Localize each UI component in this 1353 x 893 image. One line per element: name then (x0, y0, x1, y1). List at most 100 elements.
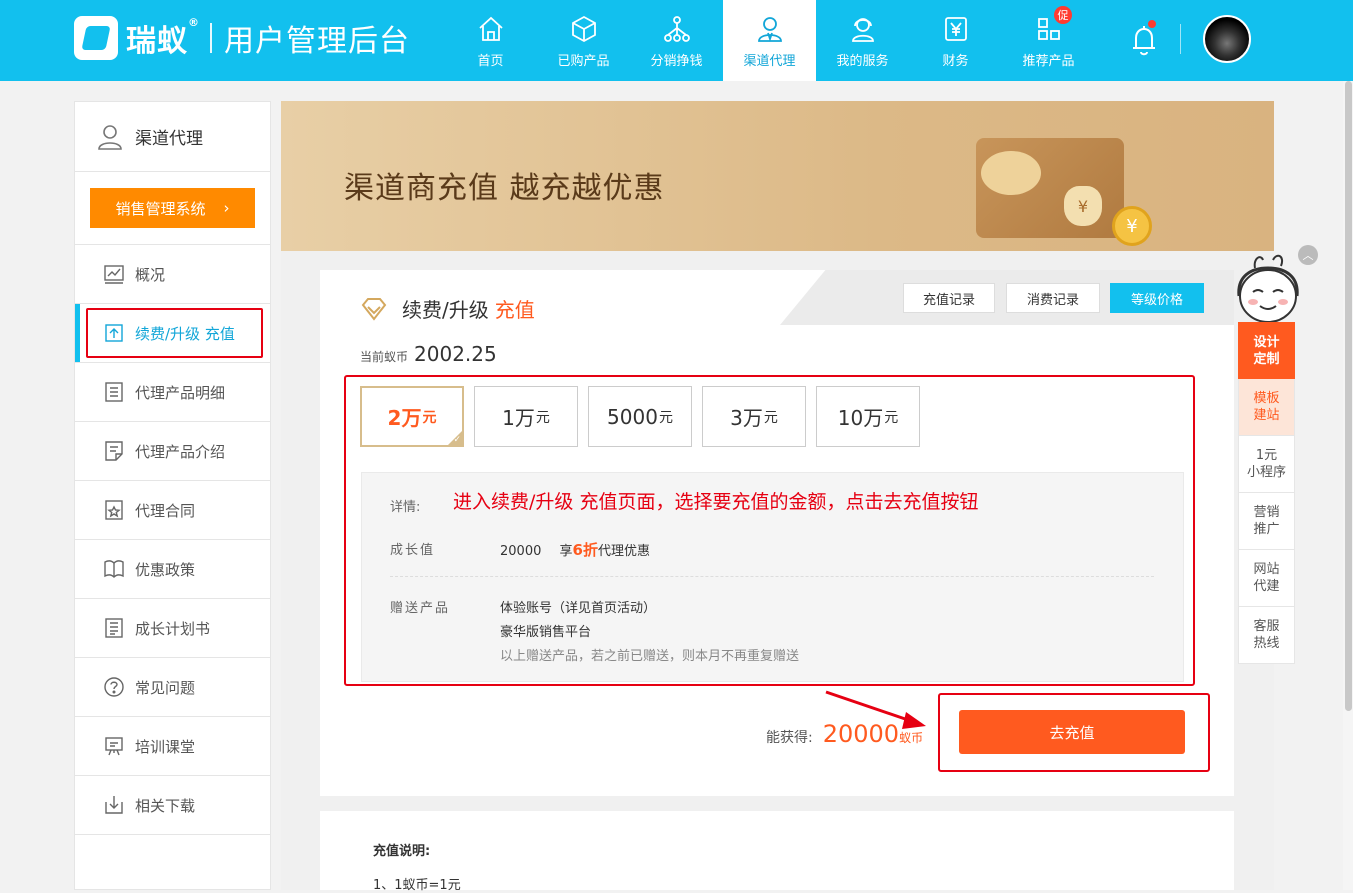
float-label: 代建 (1253, 579, 1280, 594)
nav-purchased[interactable]: 已购产品 (537, 0, 630, 81)
amount-option[interactable]: 10万元 (816, 386, 920, 447)
gift-note: 以上赠送产品，若之前已赠送，则本月不再重复赠送 (500, 649, 800, 664)
check-icon: ✓ (453, 435, 461, 445)
sidebar-item-label: 成长计划书 (135, 619, 211, 638)
float-item-marketing[interactable]: 营销 推广 (1238, 493, 1295, 550)
balance: 当前蚁币 2002.25 (360, 342, 497, 366)
float-label: 小程序 (1246, 465, 1286, 480)
banner-title: 渠道商充值 越充越优惠 (344, 171, 665, 206)
sidebar-item-label: 优惠政策 (135, 560, 196, 579)
sidebar-item-product-detail[interactable]: 代理产品明细 (75, 363, 270, 422)
share-network-icon (663, 16, 690, 42)
bell-icon[interactable] (1128, 22, 1160, 58)
nav-distribution[interactable]: 分销挣钱 (630, 0, 723, 81)
customer-service-icon (851, 18, 874, 42)
amount-option[interactable]: 3万元 (702, 386, 806, 447)
float-item-template[interactable]: 模板 建站 (1238, 379, 1295, 436)
brand-reg: ® (188, 16, 200, 29)
sales-system-label: 销售管理系统 (115, 199, 206, 218)
float-item-hotline[interactable]: 客服 热线 (1238, 607, 1295, 664)
sidebar-item-label: 代理产品介绍 (135, 442, 226, 461)
tab-recharge-records[interactable]: 充值记录 (903, 283, 995, 313)
float-label: 模板 (1253, 391, 1280, 406)
balance-value: 2002.25 (414, 342, 497, 366)
growth-label: 成长值 (390, 543, 436, 558)
nav-recommend[interactable]: 促 推荐产品 (1002, 0, 1095, 81)
growth-value-line: 20000 享6折代理优惠 (500, 539, 650, 560)
amount-option[interactable]: 2万元 ✓ (360, 386, 464, 447)
amount-unit: 元 (763, 409, 778, 426)
float-menu: 设计 定制 模板建站 1元 小程序 营销推广 网站 代建 客服 热线 (1238, 322, 1295, 664)
tab-level-prices[interactable]: 等级价格 (1110, 283, 1204, 313)
amount-unit: 元 (535, 409, 550, 426)
recharge-button[interactable]: 去充值 (959, 710, 1185, 754)
sidebar-item-contract[interactable]: 代理合同 (75, 481, 270, 540)
nav-channel-agent[interactable]: 渠道代理 (723, 0, 816, 81)
gift-item: 豪华版销售平台 (500, 625, 592, 640)
sidebar-item-upgrade[interactable]: 续费/升级 充值 (75, 304, 270, 363)
promo-badge: 促 (1054, 6, 1072, 24)
nav-home-label: 首页 (477, 54, 504, 69)
sidebar-item-label: 培训课堂 (135, 737, 196, 756)
float-item-site-build[interactable]: 网站 代建 (1238, 550, 1295, 607)
avatar[interactable] (1203, 15, 1251, 63)
sales-system-button[interactable]: 销售管理系统 › (90, 188, 255, 228)
logo-divider (210, 23, 212, 53)
list-icon (105, 382, 123, 402)
amount-option[interactable]: 5000 元 (588, 386, 692, 447)
float-item-miniprogram[interactable]: 1元 小程序 (1238, 436, 1295, 493)
ribbon-bow-illustration (981, 151, 1041, 195)
float-label: 营销 (1253, 505, 1280, 520)
nav-finance[interactable]: 财务 (909, 0, 1002, 81)
sidebar-item-overview[interactable]: 概况 (75, 245, 270, 304)
amount-value: 5000 (607, 404, 658, 429)
growth-suffix: 代理优惠 (597, 544, 650, 559)
download-icon (105, 796, 123, 814)
nav-home[interactable]: 首页 (444, 0, 537, 81)
scrollbar-thumb[interactable] (1345, 81, 1352, 711)
nav-my-service[interactable]: 我的服务 (816, 0, 909, 81)
question-icon (104, 677, 124, 697)
sidebar-item-policy[interactable]: 优惠政策 (75, 540, 270, 599)
plan-icon (105, 618, 123, 638)
agent-user-icon (757, 17, 782, 42)
sidebar-item-faq[interactable]: 常见问题 (75, 658, 270, 717)
annotation-arrow-icon (825, 690, 926, 729)
user-icon (98, 124, 122, 150)
float-item-design[interactable]: 设计 定制 (1238, 322, 1295, 379)
sidebar-item-training[interactable]: 培训课堂 (75, 717, 270, 776)
sidebar-item-growth-plan[interactable]: 成长计划书 (75, 599, 270, 658)
float-label: 定制 (1253, 351, 1280, 367)
sidebar: 渠道代理 销售管理系统 › 概况 续费/升级 充值 代理产品明细 代理产品介绍 … (74, 101, 271, 890)
logo-mark-icon (74, 16, 118, 60)
sidebar-item-product-intro[interactable]: 代理产品介绍 (75, 422, 270, 481)
mascot-icon (1237, 254, 1299, 323)
nav-finance-label: 财务 (942, 54, 969, 69)
collapse-up-icon[interactable]: ︿ (1298, 245, 1318, 265)
finance-yen-icon (944, 17, 967, 41)
amount-option[interactable]: 1万元 (474, 386, 578, 447)
gift-item: 体验账号（详见首页活动） (500, 601, 657, 616)
float-label: 建站 (1253, 408, 1280, 423)
float-label: 推广 (1253, 522, 1280, 537)
sidebar-item-download[interactable]: 相关下载 (75, 776, 270, 835)
sidebar-title: 渠道代理 (135, 129, 203, 149)
amount-value: 10万 (837, 406, 884, 430)
nav-distribution-label: 分销挣钱 (650, 54, 703, 69)
sidebar-item-label: 代理合同 (135, 501, 196, 520)
notes-line: 1、1蚁币=1元 (373, 878, 461, 893)
logo[interactable]: 瑞蚁® 用户管理后台 (74, 16, 410, 60)
page-title: 续费/升级 充值 (360, 294, 535, 323)
sidebar-item-label: 相关下载 (135, 796, 196, 815)
growth-prefix: 享 (559, 544, 573, 559)
classroom-icon (105, 737, 123, 756)
amount-unit: 元 (884, 409, 899, 426)
growth-discount: 6折 (572, 541, 598, 559)
gift-label: 赠送产品 (390, 601, 451, 616)
sidebar-item-label: 续费/升级 充值 (135, 324, 235, 343)
contract-icon (105, 500, 123, 520)
tab-consumption-records[interactable]: 消费记录 (1006, 283, 1100, 313)
float-label: 设计 (1253, 334, 1280, 350)
notes-title: 充值说明: (373, 844, 431, 859)
sidebar-item-label: 概况 (135, 265, 166, 284)
